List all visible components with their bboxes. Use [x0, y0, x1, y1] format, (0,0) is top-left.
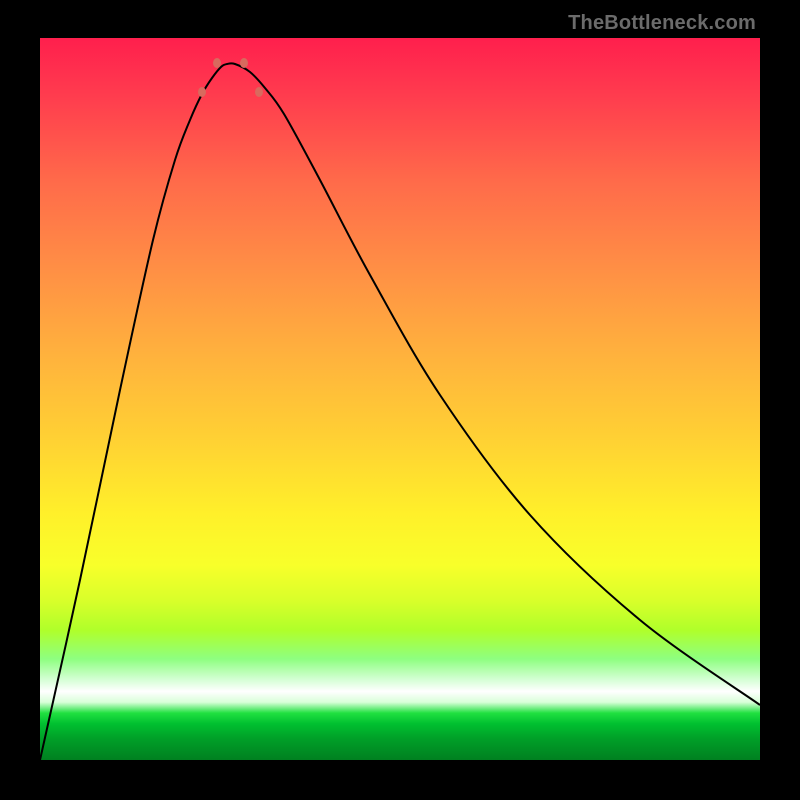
marker-right-shoulder-top	[255, 87, 263, 97]
marker-left-shoulder-top	[198, 87, 206, 97]
watermark-text: TheBottleneck.com	[568, 12, 756, 35]
bottleneck-curve	[40, 63, 760, 760]
marker-trough-right	[240, 58, 248, 68]
plot-area	[40, 38, 760, 760]
curve-layer	[40, 38, 760, 760]
chart-container: TheBottleneck.com	[0, 0, 800, 800]
marker-trough-left	[213, 58, 221, 68]
